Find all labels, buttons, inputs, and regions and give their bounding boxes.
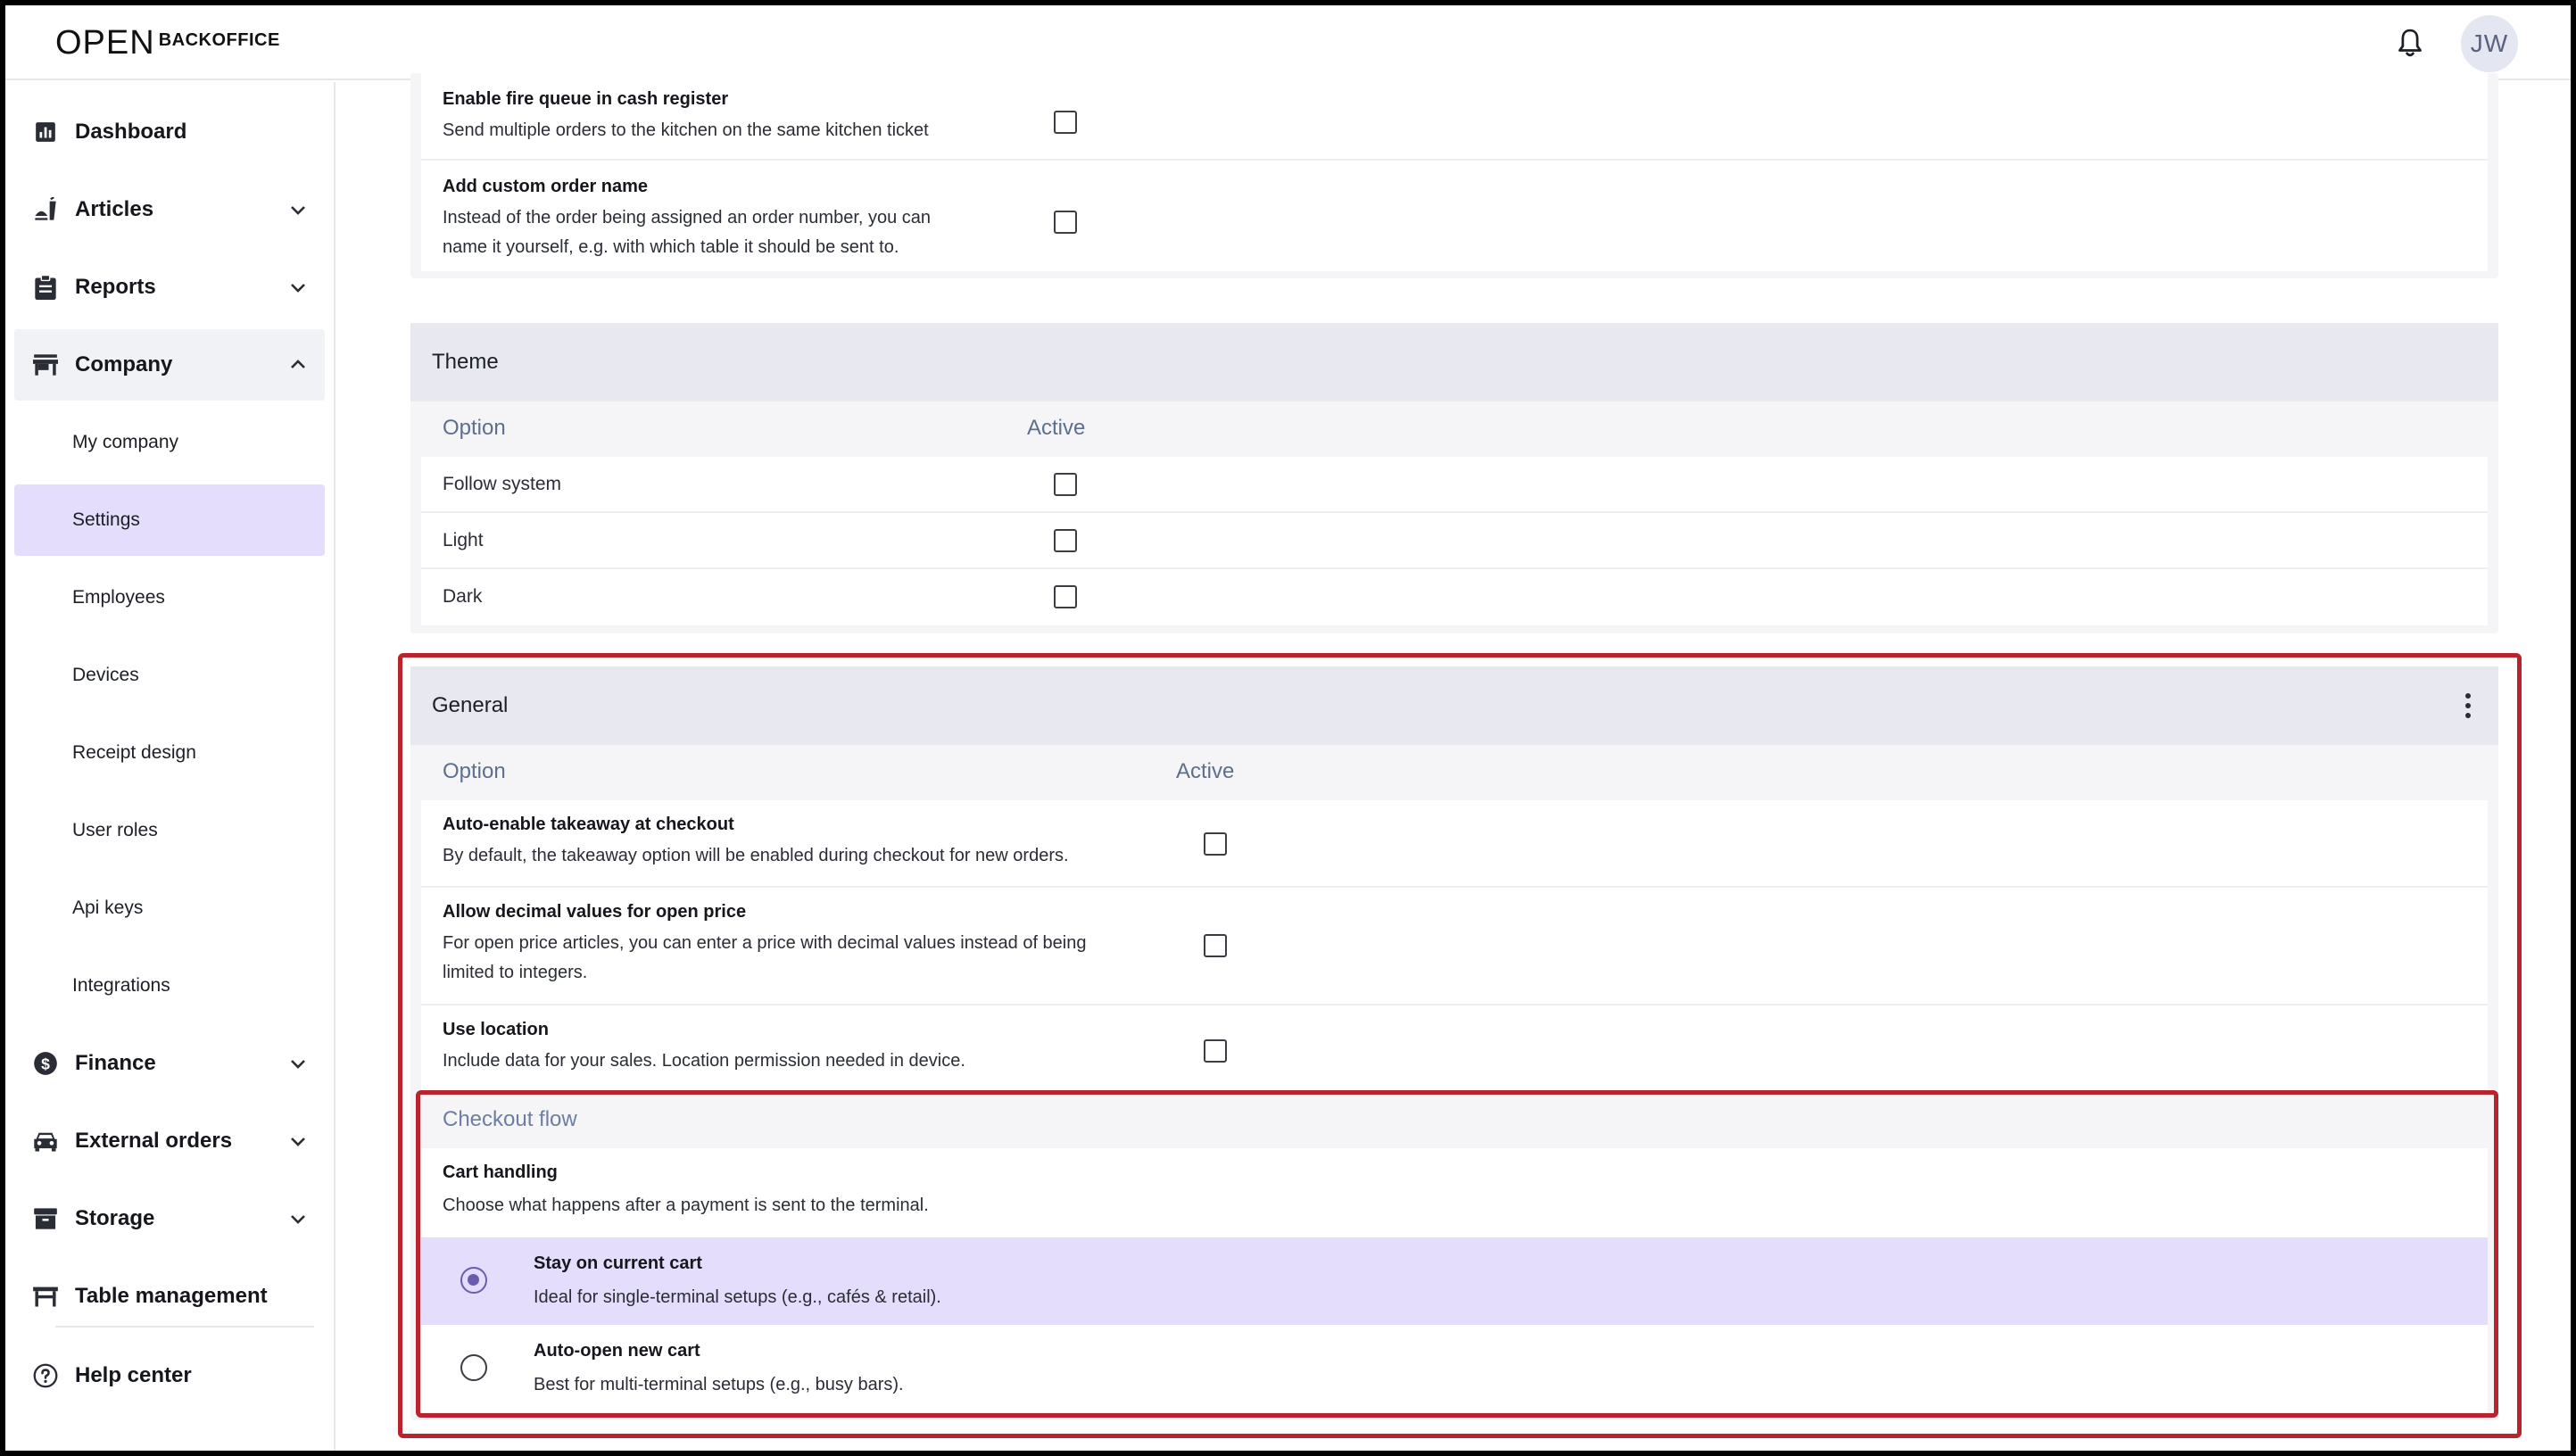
reports-icon — [32, 274, 59, 301]
setting-title: Add custom order name — [443, 177, 649, 196]
setting-checkbox[interactable] — [1054, 211, 1077, 234]
sidebar-divider — [55, 1326, 314, 1328]
finance-icon: $ — [32, 1050, 59, 1077]
car-icon — [32, 1128, 59, 1154]
sidebar-subitem-label: Employees — [72, 587, 165, 608]
sidebar-item-table-management[interactable]: Table management — [14, 1261, 325, 1332]
sidebar-subitem-settings[interactable]: Settings — [14, 484, 325, 556]
sidebar-item-storage[interactable]: Storage — [14, 1183, 325, 1254]
setting-description-line: Instead of the order being assigned an o… — [443, 208, 932, 228]
bell-icon[interactable] — [2395, 27, 2425, 61]
setting-checkbox[interactable] — [1054, 111, 1077, 134]
articles-icon — [32, 196, 59, 223]
top-bar: OPEN BACKOFFICE JW — [5, 5, 2571, 80]
logo-text: BACKOFFICE — [158, 30, 280, 50]
sidebar-item-label: Dashboard — [75, 120, 187, 144]
sidebar-subitem-receipt-design[interactable]: Receipt design — [14, 717, 325, 789]
setting-title: Enable fire queue in cash register — [443, 89, 729, 109]
sidebar-subitem-user-roles[interactable]: User roles — [14, 795, 325, 866]
sidebar-item-external-orders[interactable]: External orders — [14, 1105, 325, 1177]
chevron-up-icon — [291, 360, 305, 368]
highlight-box-checkout-flow — [416, 1090, 2498, 1418]
sidebar-subitem-label: Receipt design — [72, 742, 196, 763]
svg-text:$: $ — [41, 1055, 50, 1072]
theme-checkbox[interactable] — [1054, 529, 1077, 552]
sidebar-subitem-devices[interactable]: Devices — [14, 640, 325, 711]
app-window: OPEN BACKOFFICE JW Dashboard Articles Re… — [5, 5, 2571, 1451]
sidebar-item-label: Reports — [75, 275, 156, 299]
logo-mark: OPEN — [55, 24, 155, 62]
theme-option-label: Dark — [443, 586, 483, 607]
sidebar-item-company[interactable]: Company — [14, 329, 325, 401]
column-header-option: Option — [443, 416, 506, 440]
store-icon — [32, 352, 59, 378]
chevron-down-icon — [291, 206, 305, 215]
setting-row: Enable fire queue in cash register Send … — [421, 73, 2488, 161]
sidebar-subitem-employees[interactable]: Employees — [14, 562, 325, 633]
sidebar-item-dashboard[interactable]: Dashboard — [14, 96, 325, 168]
dashboard-icon — [32, 119, 59, 145]
chevron-down-icon — [291, 1060, 305, 1069]
settings-card-theme: Theme Option Active Follow system Light … — [410, 323, 2498, 633]
storage-icon — [32, 1205, 59, 1232]
sidebar-item-label: Help center — [75, 1363, 192, 1387]
sidebar-item-label: Table management — [75, 1284, 268, 1308]
sidebar-subitem-my-company[interactable]: My company — [14, 407, 325, 478]
chevron-down-icon — [291, 284, 305, 293]
sidebar-item-label: External orders — [75, 1129, 233, 1153]
setting-description: Send multiple orders to the kitchen on t… — [443, 120, 929, 140]
help-icon — [32, 1362, 59, 1389]
sidebar-subitem-label: Settings — [72, 509, 140, 530]
sidebar-subitem-label: Integrations — [72, 975, 170, 996]
sidebar-item-reports[interactable]: Reports — [14, 252, 325, 323]
theme-checkbox[interactable] — [1054, 473, 1077, 496]
theme-option-row[interactable]: Light — [421, 513, 2488, 569]
card-header: Theme — [410, 323, 2498, 401]
sidebar-item-finance[interactable]: $ Finance — [14, 1028, 325, 1099]
sidebar-item-label: Finance — [75, 1051, 156, 1075]
sidebar-subitem-label: My company — [72, 432, 179, 452]
sidebar-subitem-api-keys[interactable]: Api keys — [14, 873, 325, 944]
table-icon — [32, 1283, 59, 1310]
card-title: Theme — [432, 350, 499, 374]
column-header-active: Active — [1027, 416, 1086, 440]
setting-row: Add custom order name Instead of the ord… — [421, 161, 2488, 271]
main-content: Enable fire queue in cash register Send … — [337, 73, 2571, 1451]
sidebar: Dashboard Articles Reports Company My co… — [5, 82, 335, 1451]
sidebar-item-label: Company — [75, 352, 173, 376]
theme-option-row[interactable]: Follow system — [421, 457, 2488, 513]
avatar[interactable]: JW — [2461, 15, 2518, 72]
sidebar-item-label: Articles — [75, 197, 154, 221]
chevron-down-icon — [291, 1138, 305, 1146]
sidebar-subitem-label: Devices — [72, 665, 139, 685]
sidebar-subitem-label: Api keys — [72, 898, 144, 918]
logo[interactable]: OPEN BACKOFFICE — [55, 25, 280, 61]
sidebar-item-label: Storage — [75, 1206, 155, 1230]
chevron-down-icon — [291, 1215, 305, 1224]
theme-option-label: Light — [443, 530, 484, 550]
sidebar-item-help-center[interactable]: Help center — [14, 1340, 325, 1411]
setting-description-line: name it yourself, e.g. with which table … — [443, 237, 899, 257]
sidebar-subitem-integrations[interactable]: Integrations — [14, 950, 325, 1022]
sidebar-item-articles[interactable]: Articles — [14, 174, 325, 245]
theme-option-row[interactable]: Dark — [421, 569, 2488, 625]
settings-card-cash-register: Enable fire queue in cash register Send … — [410, 73, 2498, 278]
sidebar-subitem-label: User roles — [72, 820, 158, 840]
theme-option-label: Follow system — [443, 474, 562, 494]
theme-checkbox[interactable] — [1054, 585, 1077, 608]
